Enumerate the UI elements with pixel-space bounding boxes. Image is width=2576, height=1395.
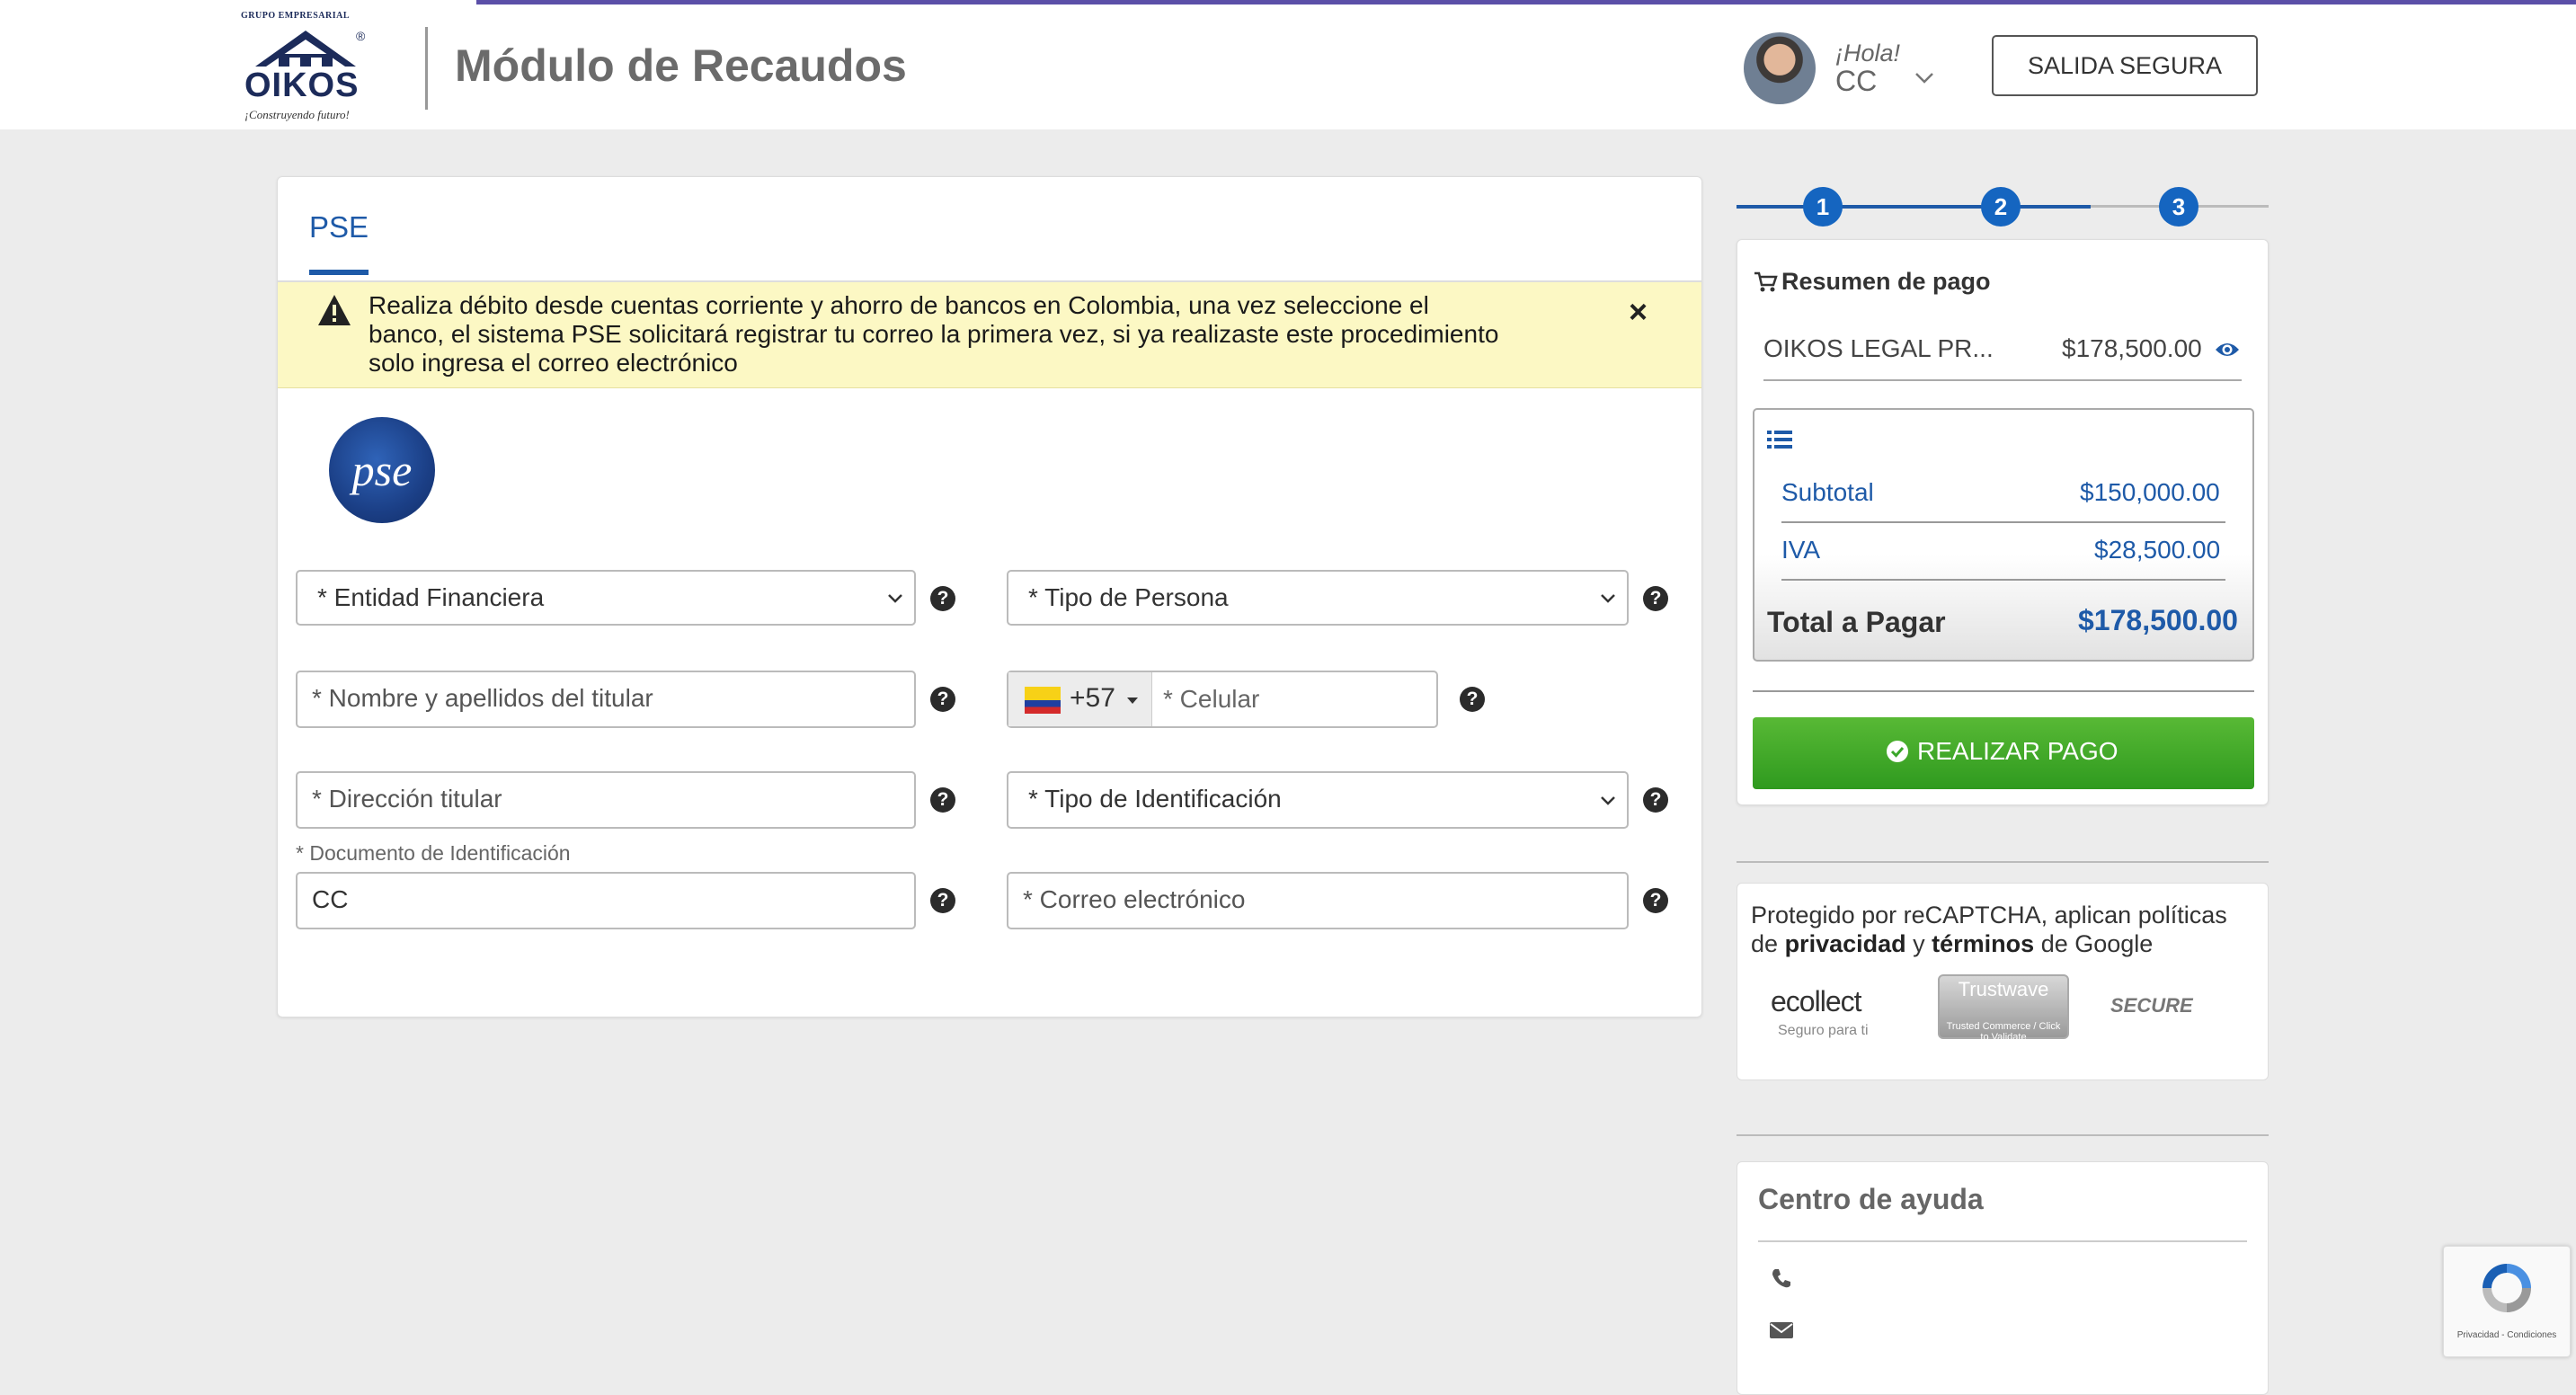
user-name[interactable]: CC xyxy=(1835,65,1877,98)
tab-pse[interactable]: PSE xyxy=(309,210,369,244)
recaptcha-notice: Protegido por reCAPTCHA, aplican polític… xyxy=(1751,901,2254,958)
page-title: Módulo de Recaudos xyxy=(455,40,907,91)
chevron-down-icon xyxy=(1601,594,1615,603)
pse-logo-text: pse xyxy=(351,445,413,495)
greeting-text: ¡Hola! xyxy=(1835,40,1901,67)
oikos-logo[interactable]: GRUPO EMPRESARIAL ® OIKOS ¡Construyendo … xyxy=(241,9,372,124)
header-divider xyxy=(425,27,428,110)
tipo-persona-value: * Tipo de Persona xyxy=(1028,583,1229,611)
close-icon[interactable]: × xyxy=(1629,293,1648,331)
iva-label: IVA xyxy=(1781,536,1821,564)
chevron-down-icon[interactable] xyxy=(1914,72,1934,84)
logo-tagline: ¡Construyendo futuro! xyxy=(244,108,350,121)
realizar-pago-label: REALIZAR PAGO xyxy=(1917,737,2119,765)
tipo-persona-select[interactable]: * Tipo de Persona xyxy=(1007,570,1629,626)
mail-icon xyxy=(1770,1322,1793,1338)
summary-divider xyxy=(1763,379,2242,381)
colombia-flag-icon xyxy=(1025,687,1061,714)
entidad-financiera-select[interactable]: * Entidad Financiera xyxy=(296,570,916,626)
help-icon[interactable]: ? xyxy=(1643,888,1668,913)
total-value: $178,500.00 xyxy=(2078,604,2238,636)
user-avatar[interactable] xyxy=(1744,32,1816,104)
step-2: 2 xyxy=(1981,187,2021,227)
trustwave-subtext: Trusted Commerce / Click to Validate xyxy=(1946,1021,2061,1043)
help-center-title: Centro de ayuda xyxy=(1758,1183,1984,1215)
nombre-titular-input[interactable]: * Nombre y apellidos del titular xyxy=(296,671,916,728)
ecollect-tagline: Seguro para ti xyxy=(1778,1023,1869,1038)
logo-wordmark: OIKOS xyxy=(244,67,360,104)
help-icon[interactable]: ? xyxy=(930,888,955,913)
help-icon[interactable]: ? xyxy=(1460,687,1485,712)
steps-progress-line xyxy=(1737,205,2091,209)
help-icon[interactable]: ? xyxy=(1643,586,1668,611)
tipo-identificacion-select[interactable]: * Tipo de Identificación xyxy=(1007,771,1629,829)
recaptcha-y: y xyxy=(1913,930,1925,957)
product-name: OIKOS LEGAL PR... xyxy=(1763,334,1994,362)
warning-icon xyxy=(318,295,351,325)
total-label: Total a Pagar xyxy=(1767,606,1946,638)
cart-icon xyxy=(1754,271,1778,292)
logo-top-text: GRUPO EMPRESARIAL xyxy=(241,11,351,21)
recaptcha-badge-text[interactable]: Privacidad - Condiciones xyxy=(2448,1330,2565,1340)
totals-divider xyxy=(1781,521,2225,523)
terminos-link[interactable]: términos xyxy=(1932,930,2034,957)
totals-divider xyxy=(1781,579,2225,581)
celular-placeholder: * Celular xyxy=(1163,685,1260,713)
alert-message: Realiza débito desde cuentas corriente y… xyxy=(369,291,1499,377)
summary-title: Resumen de pago xyxy=(1781,268,1991,295)
iva-value: $28,500.00 xyxy=(2094,536,2221,564)
logout-button[interactable]: SALIDA SEGURA xyxy=(1992,35,2258,96)
correo-input[interactable]: * Correo electrónico xyxy=(1007,872,1629,929)
recaptcha-de: de xyxy=(1751,930,1779,957)
section-divider xyxy=(1737,861,2269,863)
recaptcha-line1: Protegido por reCAPTCHA, aplican polític… xyxy=(1751,902,2227,929)
chevron-down-icon xyxy=(1601,796,1615,805)
eye-icon[interactable] xyxy=(2215,340,2240,360)
direccion-titular-input[interactable]: * Dirección titular xyxy=(296,771,916,829)
step-1: 1 xyxy=(1803,187,1843,227)
recaptcha-icon xyxy=(2483,1264,2531,1312)
registered-mark: ® xyxy=(356,29,366,43)
section-divider xyxy=(1737,1134,2269,1136)
help-icon[interactable]: ? xyxy=(930,687,955,712)
chevron-down-icon xyxy=(888,594,902,603)
tipo-identificacion-value: * Tipo de Identificación xyxy=(1028,785,1282,813)
secure-badge: SECURE xyxy=(2110,994,2193,1017)
privacidad-link[interactable]: privacidad xyxy=(1785,930,1906,957)
help-icon[interactable]: ? xyxy=(930,586,955,611)
subtotal-value: $150,000.00 xyxy=(2080,478,2220,506)
subtotal-label: Subtotal xyxy=(1781,478,1874,506)
loading-progress-line xyxy=(476,0,2576,4)
tab-active-indicator xyxy=(309,270,369,275)
help-icon[interactable]: ? xyxy=(1643,787,1668,813)
documento-label: * Documento de Identificación xyxy=(296,841,571,865)
phone-country-code: +57 xyxy=(1070,683,1115,713)
recaptcha-google: de Google xyxy=(2040,930,2154,957)
ecollect-logo: ecollect xyxy=(1771,985,1861,1017)
list-icon xyxy=(1767,431,1792,449)
product-price: $178,500.00 xyxy=(2062,334,2202,362)
check-circle-icon xyxy=(1887,741,1908,762)
logo-roof-icon xyxy=(255,31,356,67)
documento-input[interactable]: CC xyxy=(296,872,916,929)
caret-down-icon xyxy=(1127,698,1138,704)
phone-icon xyxy=(1772,1269,1790,1288)
help-center-divider xyxy=(1758,1240,2247,1242)
help-icon[interactable]: ? xyxy=(930,787,955,813)
summary-bottom-divider xyxy=(1753,690,2254,692)
entidad-financiera-value: * Entidad Financiera xyxy=(317,583,545,611)
step-3: 3 xyxy=(2159,187,2198,227)
